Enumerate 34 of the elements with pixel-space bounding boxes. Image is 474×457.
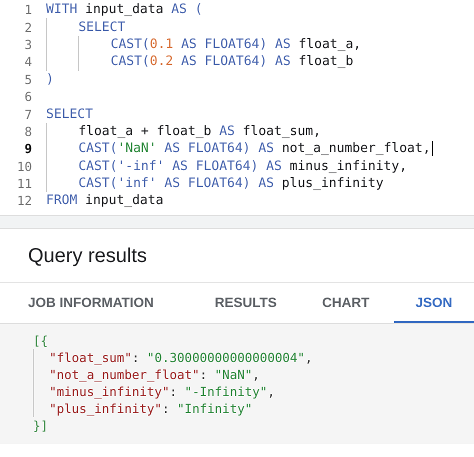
json-line: "minus_infinity": "-Infinity",: [33, 383, 275, 400]
code-line: CAST('inf' AS FLOAT64) AS plus_infinity: [46, 174, 384, 192]
line-number: 1: [23, 2, 33, 18]
code-line: SELECT: [46, 18, 126, 36]
code-line: CAST('NaN' AS FLOAT64) AS not_a_number_float,: [46, 140, 431, 158]
code-line: WITH input_data AS (: [46, 1, 203, 18]
text-cursor: [432, 141, 433, 156]
code-line: ): [46, 70, 54, 88]
line-number: 3: [23, 36, 33, 52]
line-number: 2: [23, 20, 33, 35]
json-line: }]: [33, 418, 48, 433]
tab[interactable]: CHART: [298, 283, 394, 323]
json-line: [{: [33, 333, 48, 348]
line-number: 4: [23, 54, 33, 70]
code-line: float_a + float_b AS float_sum,: [46, 122, 321, 140]
code-line: FROM input_data: [46, 192, 164, 210]
json-line: "plus_infinity": "Infinity": [33, 400, 252, 417]
code-line: CAST('-inf' AS FLOAT64) AS minus_infinity,: [46, 158, 408, 175]
line-number: 8: [23, 124, 33, 139]
line-number: 7: [23, 106, 33, 122]
line-number: 10: [16, 158, 33, 174]
line-number: 11: [16, 176, 33, 192]
tab[interactable]: JOB INFORMATION: [28, 283, 176, 323]
json-line: "float_sum": "0.30000000000000004",: [33, 349, 312, 366]
tab[interactable]: RESULTS: [194, 283, 298, 323]
line-number: 12: [16, 193, 33, 208]
line-number: 6: [23, 89, 33, 104]
json-line: "not_a_number_float": "NaN",: [33, 366, 260, 383]
code-line: CAST(0.1 AS FLOAT64) AS float_a,: [46, 36, 362, 54]
section-title: Query results: [0, 229, 474, 283]
code-line: CAST(0.2 AS FLOAT64) AS float_b: [46, 53, 354, 71]
line-number: 9: [23, 141, 33, 156]
line-number: 5: [23, 72, 33, 87]
code-line: SELECT: [46, 106, 93, 123]
